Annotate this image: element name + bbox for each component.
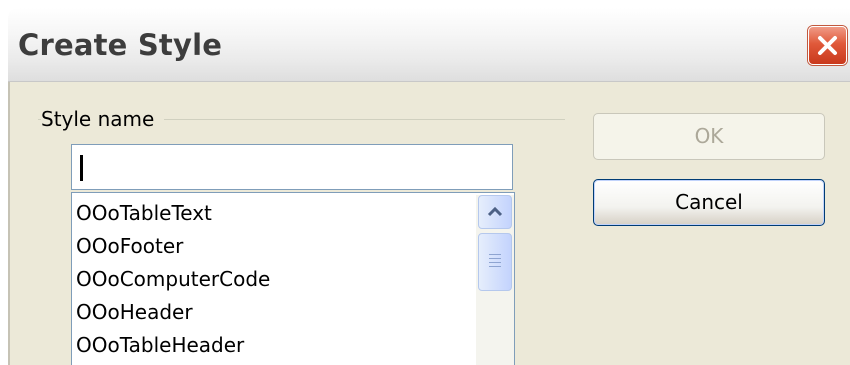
close-x-icon xyxy=(818,36,837,55)
scroll-up-button[interactable] xyxy=(478,195,512,229)
create-style-dialog: Create Style Style name OOoTableText OOo… xyxy=(8,8,850,365)
list-item[interactable]: OOoHeader xyxy=(76,300,193,324)
scroll-thumb[interactable] xyxy=(478,233,512,291)
list-item[interactable]: OOoTableHeader xyxy=(76,333,244,357)
chevron-up-icon xyxy=(487,206,503,217)
style-list[interactable]: OOoTableText OOoFooter OOoComputerCode O… xyxy=(71,192,515,365)
list-item[interactable]: OOoComputerCode xyxy=(76,267,270,291)
ok-button[interactable]: OK xyxy=(593,113,825,160)
grip-icon xyxy=(489,262,501,263)
grip-icon xyxy=(489,266,501,267)
close-button[interactable] xyxy=(808,26,847,65)
grip-icon xyxy=(489,258,501,259)
text-caret xyxy=(80,155,83,181)
dialog-body: Style name OOoTableText OOoFooter OOoCom… xyxy=(8,82,850,365)
cancel-button[interactable]: Cancel xyxy=(593,179,825,226)
dialog-left-border xyxy=(8,82,10,365)
style-name-label: Style name xyxy=(41,107,165,131)
list-item[interactable]: OOoTableText xyxy=(76,201,212,225)
grip-icon xyxy=(489,254,501,255)
style-name-input[interactable] xyxy=(71,144,513,190)
dialog-title: Create Style xyxy=(18,28,223,62)
list-scrollbar[interactable] xyxy=(476,195,514,365)
list-item[interactable]: OOoFooter xyxy=(76,234,183,258)
title-bar[interactable]: Create Style xyxy=(8,8,850,82)
